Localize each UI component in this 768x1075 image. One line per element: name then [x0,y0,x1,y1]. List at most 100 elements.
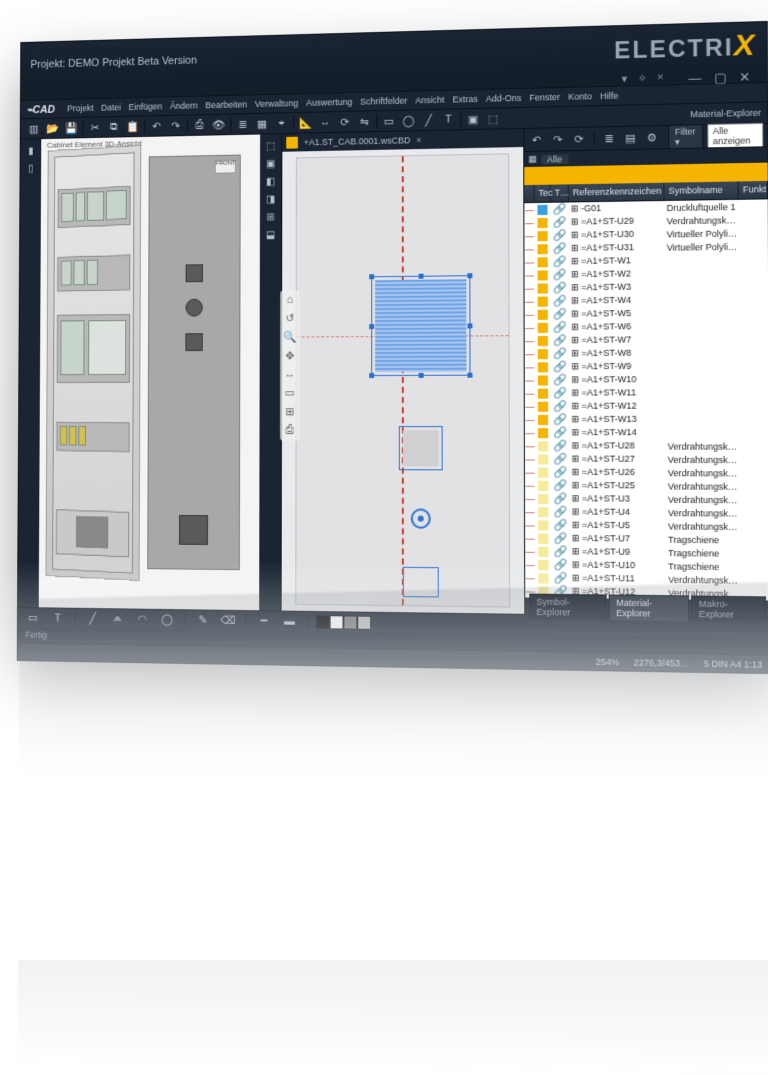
table-row[interactable]: —🔗⊞ =A1+ST-W12 [525,399,768,413]
table-row[interactable]: —🔗⊞ =A1+ST-W13 [525,413,768,426]
menu-bearbeiten[interactable]: Bearbeiten [205,99,247,110]
preview-icon[interactable]: 👁 [210,116,227,134]
horizontal-axis [297,335,509,337]
menu-hilfe[interactable]: Hilfe [600,91,618,102]
table-row[interactable]: —🔗⊞ =A1+ST-W8 [525,346,768,360]
3d-view-pane[interactable]: Cabinet Element 3D-Ansicht [39,134,260,610]
print-icon[interactable]: ⎙ [191,116,208,134]
line-icon[interactable]: ╱ [420,111,438,129]
undo-icon[interactable]: ↶ [148,117,165,135]
material-explorer: ↶ ↷ ⟳ ≣ ▤ ⚙ Filter ▾ Alle anzeigen ▦ All… [524,124,768,617]
tab-close-icon[interactable]: × [416,135,421,145]
grid-icon[interactable]: ▦ [253,115,270,133]
mirror-icon[interactable]: ⇋ [356,112,374,130]
table-row[interactable]: —🔗⊞ =A1+ST-U25Verdrahtungsk… [525,479,768,493]
view-mode-icon[interactable]: ◧ [263,174,279,190]
drawing-canvas[interactable]: ⌂ ↺ 🔍 ✥ ↔ ▭ ⊞ ⎙ [282,147,525,614]
table-row[interactable]: —🔗⊞ =A1+ST-U28Verdrahtungsk… [525,439,768,453]
menu-ansicht[interactable]: Ansicht [415,95,444,106]
workspace: ▮ ▯ Cabinet Element 3D-Ansicht [18,124,768,617]
table-row[interactable]: —🔗⊞ =A1+ST-U3Verdrahtungsk… [525,492,768,507]
center-vertical-toolbar: ⬚ ▣ ◧◨ ⊞ ⬓ [259,134,281,611]
table-row[interactable]: —🔗⊞ =A1+ST-U27Verdrahtungsk… [525,452,768,466]
table-row[interactable]: —🔗⊞ =A1+ST-W11 [525,386,768,400]
exp-settings-icon[interactable]: ⚙ [644,128,659,147]
bc-all[interactable]: Alle [541,154,568,165]
new-icon[interactable]: ▥ [25,120,42,138]
exp-back-icon[interactable]: ↶ [529,131,544,149]
layer-icon[interactable]: ≣ [234,115,251,133]
minimize-icon[interactable]: — [688,70,701,83]
selected-circle[interactable] [411,508,431,528]
table-row[interactable]: —🔗⊞ =A1+ST-W10 [525,373,768,387]
view-icon[interactable]: ⬚ [484,109,502,127]
maximize-icon[interactable]: ▢ [714,70,727,84]
measure-icon[interactable]: 📐 [297,114,315,132]
cabinet-3d[interactable] [45,145,141,581]
chevron-down-icon[interactable]: ▾ [622,72,628,85]
drawing-canvas-pane: +A1.ST_CAB.0001.wsCBD × ⌂ ↺ 🔍 ✥ ↔ ▭ ⊞ ⎙ [281,129,526,614]
exp-fwd-icon[interactable]: ↷ [550,130,565,148]
view-mode-icon[interactable]: ⬓ [263,227,279,243]
menu-projekt[interactable]: Projekt [67,103,93,113]
explorer-label: Material-Explorer [689,104,762,124]
exp-refresh-icon[interactable]: ⟳ [571,130,586,148]
canvas-nav-icon[interactable]: ✥ [285,349,294,362]
exp-tree-icon[interactable]: ≣ [602,129,617,147]
dim-icon[interactable]: ↔ [316,113,334,131]
save-icon[interactable]: 💾 [63,119,80,137]
table-row[interactable]: —🔗⊞ =A1+ST-W9 [525,359,768,373]
redo-icon[interactable]: ↷ [167,117,184,135]
exp-list-icon[interactable]: ▤ [623,129,638,147]
3d-icon[interactable]: ▣ [464,110,482,128]
menu-einfügen[interactable]: Einfügen [129,101,163,112]
grid-rows[interactable]: —🔗⊞ -G01Druckluftquelle 1—🔗⊞ =A1+ST-U29V… [524,199,768,600]
circle-icon[interactable]: ◯ [400,111,418,129]
canvas-nav-icon[interactable]: ⎙ [285,424,294,437]
app-window: Projekt: DEMO Projekt Beta Version ELECT… [17,21,768,674]
filter-dropdown[interactable]: Alle anzeigen [708,123,764,149]
view-mode-icon[interactable]: ⬚ [263,138,279,154]
menu-konto[interactable]: Konto [568,91,592,102]
bc-root-icon[interactable]: ▦ [528,154,537,165]
canvas-nav-icon[interactable]: ↔ [284,368,295,380]
pin-icon[interactable]: ✧ [637,72,646,85]
view-mode-icon[interactable]: ⊞ [263,209,279,225]
pane-select-icon[interactable]: ▮ [23,143,38,159]
rect-icon[interactable]: ▭ [380,112,398,130]
menu-auswertung[interactable]: Auswertung [306,97,352,108]
paste-icon[interactable]: 📋 [124,117,141,135]
view-mode-icon[interactable]: ◨ [263,191,279,207]
snap-icon[interactable]: ⌖ [273,114,290,132]
menu-datei[interactable]: Datei [101,102,121,112]
open-icon[interactable]: 📂 [44,119,61,137]
close-window-icon[interactable]: ✕ [739,69,750,82]
canvas-nav-icon[interactable]: ⊞ [285,405,294,418]
copy-icon[interactable]: ⧉ [105,118,122,136]
table-row[interactable]: —🔗⊞ =A1+ST-W14 [525,426,768,439]
window-title: Projekt: DEMO Projekt Beta Version [30,43,614,70]
table-row[interactable]: —🔗⊞ =A1+ST-W7 [525,333,768,348]
cabinet-2d[interactable]: FRONT [147,155,241,571]
menu-fenster[interactable]: Fenster [529,92,560,103]
document-tab[interactable]: +A1.ST_CAB.0001.wsCBD [304,135,411,147]
rotate-icon[interactable]: ⟳ [336,113,354,131]
menu-schriftfelder[interactable]: Schriftfelder [360,96,407,107]
cut-icon[interactable]: ✂ [86,118,103,136]
filter-button[interactable]: Filter ▾ [669,124,704,150]
view-mode-icon[interactable]: ▣ [263,156,279,172]
menu-verwaltung[interactable]: Verwaltung [255,98,298,109]
menu-extras[interactable]: Extras [452,94,477,105]
text-icon[interactable]: T [439,110,457,128]
pane-split-icon[interactable]: ▯ [23,160,38,176]
table-row[interactable]: —🔗⊞ =A1+ST-U26Verdrahtungsk… [525,466,768,480]
canvas-nav-icon[interactable]: ▭ [285,386,295,399]
canvas-nav-icon[interactable]: 🔍 [283,331,296,344]
selected-block-large[interactable] [371,275,470,376]
canvas-nav-icon[interactable]: ↺ [285,312,294,325]
close-icon[interactable]: × [657,71,664,84]
menu-ändern[interactable]: Ändern [170,101,198,111]
menu-add-ons[interactable]: Add-Ons [486,93,522,104]
canvas-nav-icon[interactable]: ⌂ [287,294,293,306]
selected-block-small[interactable] [399,426,443,470]
